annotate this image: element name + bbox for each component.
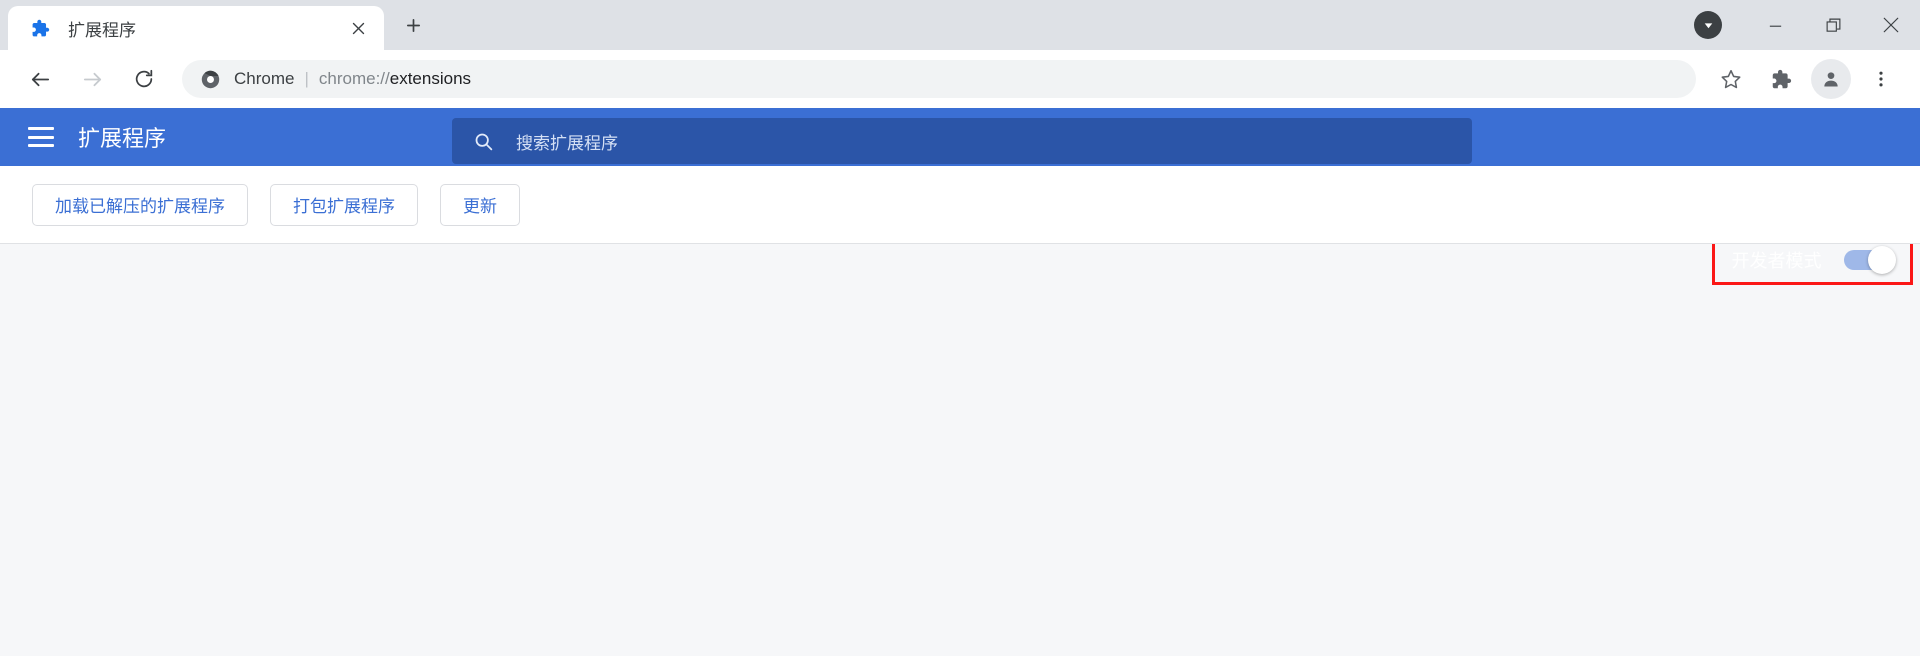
tab-strip: 扩展程序 xyxy=(0,0,1920,50)
toolbar-actions xyxy=(1706,59,1906,99)
developer-mode-control[interactable]: 开发者模式 xyxy=(1731,246,1896,274)
maximize-restore-icon[interactable] xyxy=(1804,0,1862,50)
download-arrow-icon[interactable] xyxy=(1694,11,1722,39)
browser-tab-extensions[interactable]: 扩展程序 xyxy=(8,6,384,50)
close-icon[interactable] xyxy=(1862,0,1920,50)
address-bar[interactable]: Chrome | chrome://extensions xyxy=(182,60,1696,98)
omnibox-separator: | xyxy=(304,69,309,88)
pack-extension-button[interactable]: 打包扩展程序 xyxy=(270,183,418,226)
omnibox-url-scheme: chrome:// xyxy=(318,69,390,88)
reload-icon[interactable] xyxy=(124,59,164,99)
omnibox-url-host: extensions xyxy=(389,69,472,88)
hamburger-menu-icon[interactable] xyxy=(28,127,54,147)
search-input[interactable]: 搜索扩展程序 xyxy=(452,118,1472,164)
window-controls xyxy=(1694,0,1920,50)
toggle-knob xyxy=(1867,246,1896,274)
extensions-action-bar: 加载已解压的扩展程序 打包扩展程序 更新 xyxy=(0,166,1920,244)
new-tab-button[interactable] xyxy=(396,8,430,42)
minimize-icon[interactable] xyxy=(1746,0,1804,50)
load-unpacked-button[interactable]: 加载已解压的扩展程序 xyxy=(32,183,248,226)
tab-title: 扩展程序 xyxy=(68,20,136,40)
page-title: 扩展程序 xyxy=(78,126,167,151)
star-icon[interactable] xyxy=(1711,59,1751,99)
forward-arrow-icon xyxy=(72,59,112,99)
back-arrow-icon[interactable] xyxy=(20,59,60,99)
close-icon[interactable] xyxy=(344,14,372,42)
developer-mode-label: 开发者模式 xyxy=(1731,251,1822,271)
update-button[interactable]: 更新 xyxy=(440,183,520,226)
person-avatar-icon[interactable] xyxy=(1811,59,1851,99)
browser-toolbar: Chrome | chrome://extensions xyxy=(0,50,1920,108)
puzzle-piece-icon xyxy=(30,18,50,38)
puzzle-piece-icon[interactable] xyxy=(1761,59,1801,99)
chrome-logo-icon xyxy=(200,69,220,89)
extensions-list-area xyxy=(0,244,1920,656)
search-placeholder: 搜索扩展程序 xyxy=(516,133,618,153)
three-dot-menu-icon[interactable] xyxy=(1861,59,1901,99)
search-icon xyxy=(472,130,494,152)
developer-mode-toggle[interactable] xyxy=(1843,246,1896,274)
extensions-page-header: 扩展程序 搜索扩展程序 开发者模式 xyxy=(0,108,1920,285)
omnibox-site-label: Chrome xyxy=(234,69,295,88)
omnibox-url: chrome://extensions xyxy=(319,69,471,89)
